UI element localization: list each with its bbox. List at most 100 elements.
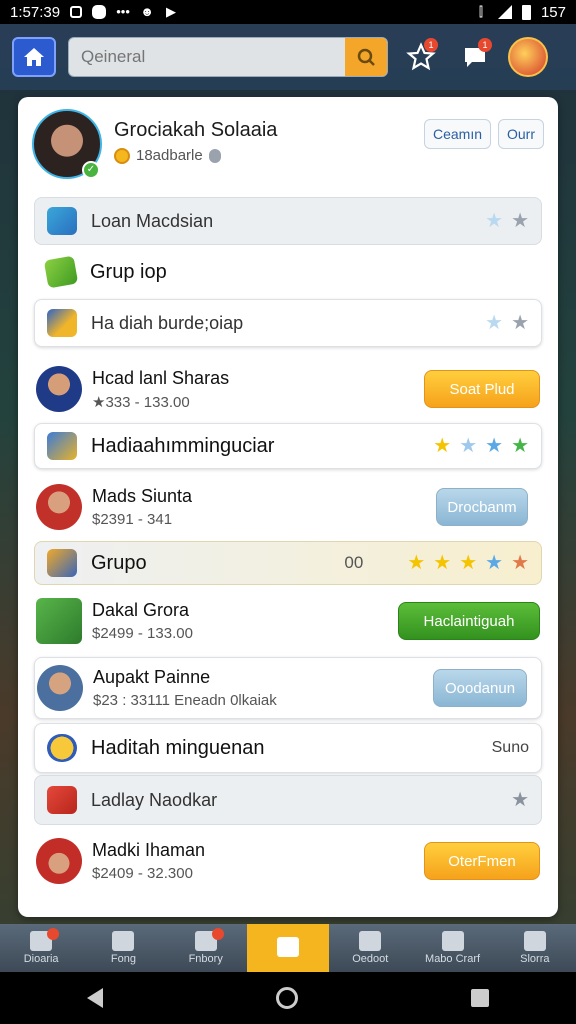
badge-icon: [47, 207, 77, 235]
avatar: [37, 665, 83, 711]
search-input[interactable]: [69, 38, 345, 76]
back-icon[interactable]: [86, 988, 103, 1008]
row-label: Grupo: [91, 551, 147, 574]
list-item: Aupakt Painne $23 : 33111 Eneadn 0lkaiak…: [34, 657, 542, 719]
group-icon: [43, 255, 79, 289]
avatar: [36, 598, 82, 644]
search-bar: [68, 37, 388, 77]
game-notification-icon: ☻: [140, 4, 154, 19]
profile-header: ✓ Grociakah Solaaia 18adbarle Ceamın Our…: [32, 109, 544, 189]
star-icon: ★: [485, 435, 504, 457]
main-card: ✓ Grociakah Solaaia 18adbarle Ceamın Our…: [18, 97, 558, 917]
tag-icon: [47, 786, 77, 814]
status-time: 1:57:39: [10, 3, 61, 21]
search-button[interactable]: [345, 38, 387, 76]
home-circle-icon[interactable]: [275, 987, 298, 1009]
top-bar: 1 1: [0, 24, 576, 90]
list-row[interactable]: Hadiaahımminguciar ★ ★ ★ ★: [34, 423, 542, 469]
action-button[interactable]: Haclaintiguah: [398, 602, 540, 640]
star-icon: ★: [511, 210, 529, 232]
nav-item-fnbory[interactable]: Fnbory: [165, 924, 247, 972]
action-button[interactable]: Ooodanun: [433, 669, 527, 707]
shield-icon: [47, 309, 77, 337]
drop-icon: [208, 148, 221, 163]
action-button[interactable]: Drocbanm: [436, 488, 528, 526]
favorites-button[interactable]: 1: [400, 36, 442, 78]
notification-icon: [70, 6, 83, 18]
nav-item-mabo-crarf[interactable]: Mabo Crarf: [411, 924, 493, 972]
nav-badge: [211, 928, 224, 940]
nav-item-diaria[interactable]: Dioaria: [0, 924, 82, 972]
row-label: Ha diah burde;oiap: [91, 312, 244, 333]
bottom-nav: Dioaria Fong Fnbory Oedoot Mabo Crarf Sl…: [0, 924, 576, 972]
row-label: Loan Macdsian: [91, 210, 214, 231]
star-icon: ★: [433, 552, 452, 574]
star-icon: ★: [511, 552, 529, 574]
person-name: Mads Siunta: [92, 486, 193, 506]
action-button[interactable]: Soat Plud: [424, 370, 540, 408]
nav-badge: [47, 928, 60, 940]
wifi-icon: [497, 5, 512, 19]
nav-label: Fong: [110, 953, 136, 965]
vibrate-icon: ⫿: [478, 4, 484, 19]
avatar: [36, 484, 82, 530]
group-badge-icon: [47, 549, 77, 577]
profile-sub-text: 18adbarle: [136, 147, 203, 164]
star-icon: ★: [485, 210, 504, 232]
tools-icon: [276, 937, 299, 957]
verified-icon: ✓: [82, 161, 100, 179]
nav-label: Oedoot: [352, 953, 389, 965]
list-item: Mads Siunta $2391 - 341 Drocbanm: [34, 477, 542, 537]
search-icon: [357, 48, 375, 66]
list-row[interactable]: Loan Macdsian ★ ★: [34, 197, 542, 245]
row-label: Ladlay Naodkar: [91, 789, 218, 810]
star-icon: ★: [459, 552, 478, 574]
rating-stars: ★ ★: [485, 313, 529, 333]
list-item: Madki Ihaman $2409 - 32.300 OterFmen: [34, 831, 542, 891]
person-meta: $23 : 33111 Eneadn 0lkaiak: [93, 692, 277, 709]
nav-item-oedoot[interactable]: Oedoot: [329, 924, 411, 972]
row-extra: Suno: [491, 739, 529, 756]
user-avatar[interactable]: [508, 37, 548, 77]
person-meta: $2409 - 32.300: [92, 865, 193, 882]
row-label: Grup iop: [90, 260, 167, 283]
battery-icon: [521, 4, 531, 20]
person-name: Madki Ihaman: [92, 840, 206, 860]
list-row[interactable]: Ladlay Naodkar ★: [34, 775, 542, 825]
star-icon: ★: [511, 312, 529, 334]
profile-button-primary[interactable]: Ceamın: [424, 119, 492, 149]
users-icon: [523, 931, 546, 951]
home-button[interactable]: [12, 37, 56, 77]
nav-item-slorra[interactable]: Slorra: [494, 924, 576, 972]
calendar-icon: [441, 931, 464, 951]
avatar: [36, 838, 82, 884]
home-icon: [24, 48, 44, 66]
star-badge: 1: [424, 38, 438, 52]
list-item: Hcad lanl Sharas ★333 - 133.00 Soat Plud: [34, 359, 542, 419]
play-icon: ▶: [166, 4, 177, 19]
person-name: Dakal Grora: [92, 600, 190, 620]
recent-apps-icon[interactable]: [471, 989, 490, 1007]
profile-subtitle: 18adbarle: [114, 147, 221, 164]
star-icon: ★: [485, 312, 504, 334]
chat-button[interactable]: 1: [454, 36, 496, 78]
person-meta: ★333 - 133.00: [92, 393, 190, 411]
star-icon: ★: [485, 552, 504, 574]
chat-badge: 1: [478, 38, 492, 52]
nav-item-active[interactable]: [246, 924, 330, 972]
rating-stars: ★ ★ ★ ★: [433, 436, 529, 456]
nav-item-fong[interactable]: Fong: [82, 924, 164, 972]
nav-label: Fnbory: [188, 953, 223, 965]
list-row[interactable]: Grupo 00 ★ ★ ★ ★ ★: [34, 541, 542, 585]
nav-label: Dioaria: [23, 953, 59, 965]
medal-icon: [47, 734, 77, 762]
list-row[interactable]: Ha diah burde;oiap ★ ★: [34, 299, 542, 347]
app-notification-icon: [92, 5, 107, 19]
list-row[interactable]: Haditah minguenan Suno: [34, 723, 542, 773]
action-button[interactable]: OterFmen: [424, 842, 540, 880]
nav-label: Slorra: [520, 953, 550, 965]
status-bar: 1:57:39 ••• ☻ ▶ ⫿ 157: [0, 0, 576, 24]
profile-button-secondary[interactable]: Ourr: [498, 119, 544, 149]
star-icon: ★: [433, 435, 452, 457]
section-header: Grup iop: [34, 248, 542, 296]
